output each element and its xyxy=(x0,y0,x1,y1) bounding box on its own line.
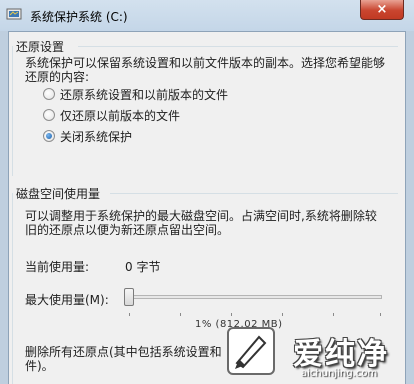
radio-label: 仅还原以前版本的文件 xyxy=(60,108,181,123)
disk-group-top-line xyxy=(110,193,398,194)
slider-tick xyxy=(231,313,232,316)
radio-button[interactable] xyxy=(43,109,55,121)
current-usage-value: 0 字节 xyxy=(125,260,161,274)
restore-description-line1: 系统保护可以保留系统设置和以前文件版本的副本。选择您希望能够 xyxy=(25,56,386,70)
close-button[interactable]: × xyxy=(360,0,404,20)
disk-description-line2: 旧的还原点以便为新还原点留出空间。 xyxy=(25,223,230,237)
disk-group-title: 磁盘空间使用量 xyxy=(14,185,103,202)
close-icon: × xyxy=(376,2,388,17)
slider-tick xyxy=(180,313,181,316)
restore-group-title: 还原设置 xyxy=(14,38,67,55)
radio-turn-off-protection[interactable]: 关闭系统保护 xyxy=(43,128,132,144)
slider-tick xyxy=(129,313,130,316)
current-usage-label: 当前使用量: xyxy=(25,260,90,274)
max-usage-slider-track[interactable] xyxy=(127,295,382,299)
watermark: 爱纯净 aichunjing.com xyxy=(221,323,414,384)
delete-description-line2: 件)。 xyxy=(25,359,54,373)
system-app-icon xyxy=(6,8,22,20)
slider-tick xyxy=(282,313,283,316)
watermark-title: 爱纯净 xyxy=(293,337,389,372)
watermark-url: aichunjing.com xyxy=(301,368,378,379)
max-usage-slider-thumb[interactable] xyxy=(124,288,134,306)
radio-label: 还原系统设置和以前版本的文件 xyxy=(60,87,229,102)
logo-pen-icon xyxy=(235,335,267,369)
disk-group-left-line xyxy=(12,193,13,384)
title-bar[interactable]: 系统保护系统 (C:) × xyxy=(0,0,414,31)
restore-group-top-line xyxy=(78,46,398,47)
watermark-logo-icon xyxy=(227,327,275,375)
restore-group-left-line xyxy=(12,46,13,176)
window-title: 系统保护系统 (C:) xyxy=(30,10,128,24)
radio-restore-system-and-files[interactable]: 还原系统设置和以前版本的文件 xyxy=(43,86,228,102)
delete-description-line1: 删除所有还原点(其中包括系统设置和 xyxy=(25,345,222,359)
radio-label: 关闭系统保护 xyxy=(60,129,133,144)
restore-description-line2: 还原的内容: xyxy=(25,70,90,84)
disk-description-line1: 可以调整用于系统保护的最大磁盘空间。占满空间时,系统将删除较 xyxy=(25,209,377,223)
radio-button-checked[interactable] xyxy=(43,130,55,142)
radio-button[interactable] xyxy=(43,88,55,100)
max-usage-label: 最大使用量(M): xyxy=(25,293,109,307)
slider-tick xyxy=(380,313,381,316)
radio-restore-files-only[interactable]: 仅还原以前版本的文件 xyxy=(43,107,180,123)
slider-tick xyxy=(333,313,334,316)
